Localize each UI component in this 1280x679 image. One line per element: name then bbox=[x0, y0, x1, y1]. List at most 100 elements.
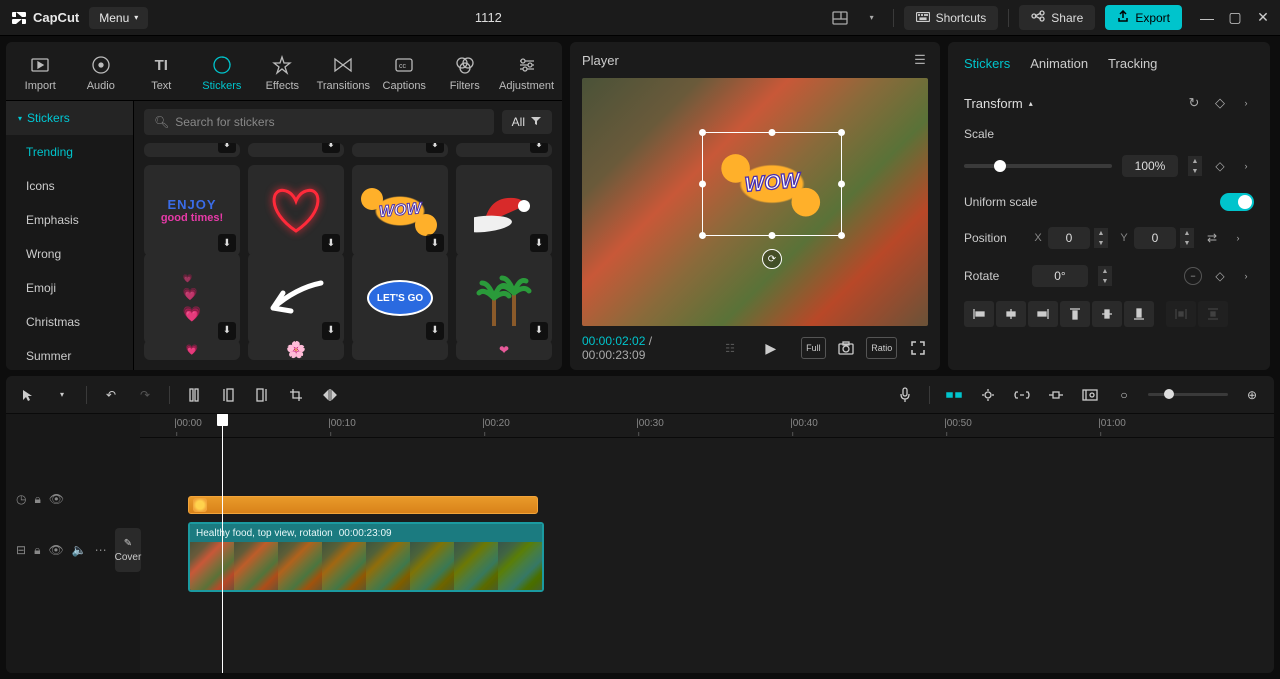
more-icon[interactable]: ⋯ bbox=[95, 543, 107, 557]
download-icon[interactable]: ⬇ bbox=[322, 234, 340, 252]
preview-axis-icon[interactable] bbox=[1046, 385, 1066, 405]
sticker-item[interactable]: ⬇ bbox=[248, 143, 344, 157]
share-button[interactable]: Share bbox=[1019, 5, 1095, 30]
sticker-item-palm[interactable]: ⬇ bbox=[456, 253, 552, 344]
keyframe-icon[interactable]: ◇ bbox=[1212, 158, 1228, 174]
sticker-item-flower[interactable]: 🌸 bbox=[248, 340, 344, 360]
tracks-area[interactable]: |00:00 |00:10 |00:20 |00:30 |00:40 |00:5… bbox=[140, 414, 1274, 673]
scale-slider[interactable] bbox=[964, 164, 1112, 168]
clock-icon[interactable]: ◷ bbox=[16, 492, 26, 506]
slider-thumb[interactable] bbox=[994, 160, 1006, 172]
maximize-button[interactable]: ▢ bbox=[1228, 11, 1242, 25]
rotate-stepper[interactable]: ▲▼ bbox=[1098, 266, 1112, 286]
category-item-summer[interactable]: Summer bbox=[6, 339, 133, 370]
y-stepper[interactable]: ▲▼ bbox=[1180, 228, 1194, 248]
download-icon[interactable]: ⬇ bbox=[530, 322, 548, 340]
fullscreen-icon[interactable] bbox=[907, 337, 928, 359]
playhead[interactable] bbox=[222, 414, 223, 673]
video-clip[interactable]: Healthy food, top view, rotation 00:00:2… bbox=[188, 522, 544, 592]
compare-icon[interactable]: ☷ bbox=[720, 337, 741, 359]
cover-button[interactable]: ✎ Cover bbox=[115, 528, 142, 572]
download-icon[interactable]: ⬇ bbox=[322, 143, 340, 153]
resize-handle[interactable] bbox=[838, 129, 845, 136]
shortcuts-button[interactable]: Shortcuts bbox=[904, 6, 999, 30]
sticker-item[interactable]: ⬇ bbox=[456, 143, 552, 157]
sticker-clip[interactable] bbox=[188, 496, 538, 514]
sticker-item-enjoy[interactable]: ENJOYgood times!⬇ bbox=[144, 165, 240, 256]
scale-value-input[interactable] bbox=[1122, 155, 1178, 177]
zoom-thumb[interactable] bbox=[1164, 389, 1174, 399]
keyframe-next-icon[interactable]: › bbox=[1238, 158, 1254, 174]
position-x-input[interactable] bbox=[1048, 227, 1090, 249]
align-left-button[interactable] bbox=[964, 301, 994, 327]
player-menu-icon[interactable]: ☰ bbox=[912, 52, 928, 68]
sticker-item[interactable] bbox=[352, 340, 448, 360]
align-right-button[interactable] bbox=[1028, 301, 1058, 327]
keyframe-icon[interactable]: ◇ bbox=[1212, 95, 1228, 111]
play-button[interactable]: ▶ bbox=[760, 337, 781, 359]
search-input[interactable]: 🔍︎ Search for stickers bbox=[144, 109, 494, 135]
tab-stickers[interactable]: Stickers bbox=[194, 48, 251, 100]
sticker-item-hearts-trail[interactable]: 💗💗💗⬇ bbox=[144, 253, 240, 344]
tab-import[interactable]: Import bbox=[12, 48, 69, 100]
select-tool[interactable] bbox=[18, 385, 38, 405]
resize-handle[interactable] bbox=[769, 232, 776, 239]
category-item-wrong[interactable]: Wrong bbox=[6, 237, 133, 271]
mic-icon[interactable] bbox=[895, 385, 915, 405]
align-bottom-button[interactable] bbox=[1124, 301, 1154, 327]
linked-selection-icon[interactable] bbox=[978, 385, 998, 405]
download-icon[interactable]: ⬇ bbox=[218, 143, 236, 153]
rotate-input[interactable] bbox=[1032, 265, 1088, 287]
keyframe-next-icon[interactable]: › bbox=[1238, 268, 1254, 284]
track-options-icon[interactable] bbox=[1080, 385, 1100, 405]
keyframe-next-icon[interactable]: › bbox=[1238, 95, 1254, 111]
resize-handle[interactable] bbox=[699, 181, 706, 188]
full-button[interactable]: Full bbox=[801, 337, 826, 359]
crop-tool[interactable] bbox=[286, 385, 306, 405]
align-center-v-button[interactable] bbox=[1092, 301, 1122, 327]
rotate-handle[interactable]: ⟳ bbox=[762, 249, 782, 269]
chevron-down-icon[interactable]: ▾ bbox=[861, 7, 883, 29]
sticker-item-heart[interactable]: ❤ bbox=[456, 340, 552, 360]
category-item-trending[interactable]: Trending bbox=[6, 135, 133, 169]
magnet-icon[interactable] bbox=[944, 385, 964, 405]
tab-transitions[interactable]: Transitions bbox=[315, 48, 372, 100]
rotate-dial-icon[interactable]: − bbox=[1184, 267, 1202, 285]
tab-audio[interactable]: Audio bbox=[73, 48, 130, 100]
download-icon[interactable]: ⬇ bbox=[218, 322, 236, 340]
tab-filters[interactable]: Filters bbox=[436, 48, 493, 100]
prop-tab-tracking[interactable]: Tracking bbox=[1108, 56, 1157, 71]
prop-tab-animation[interactable]: Animation bbox=[1030, 56, 1088, 71]
uniform-scale-toggle[interactable] bbox=[1220, 193, 1254, 211]
close-button[interactable]: ✕ bbox=[1256, 11, 1270, 25]
trim-left-tool[interactable] bbox=[218, 385, 238, 405]
resize-handle[interactable] bbox=[838, 232, 845, 239]
align-top-button[interactable] bbox=[1060, 301, 1090, 327]
snapshot-icon[interactable] bbox=[836, 337, 857, 359]
select-dropdown[interactable]: ▾ bbox=[52, 385, 72, 405]
undo-button[interactable]: ↶ bbox=[101, 385, 121, 405]
tab-captions[interactable]: ccCaptions bbox=[376, 48, 433, 100]
link-icon[interactable]: ⇄ bbox=[1204, 230, 1220, 246]
eye-icon[interactable]: 👁 bbox=[49, 492, 64, 506]
tab-text[interactable]: TIText bbox=[133, 48, 190, 100]
filter-button[interactable]: All bbox=[502, 110, 552, 134]
sticker-item[interactable]: ⬇ bbox=[352, 143, 448, 157]
category-header[interactable]: ▾Stickers bbox=[6, 101, 133, 135]
category-item-christmas[interactable]: Christmas bbox=[6, 305, 133, 339]
menu-button[interactable]: Menu ▾ bbox=[89, 7, 148, 29]
collapse-icon[interactable]: ⊟ bbox=[16, 543, 26, 557]
export-button[interactable]: Export bbox=[1105, 5, 1182, 30]
trim-right-tool[interactable] bbox=[252, 385, 272, 405]
keyframe-next-icon[interactable]: › bbox=[1230, 230, 1246, 246]
resize-handle[interactable] bbox=[699, 129, 706, 136]
lock-icon[interactable]: 🔒︎ bbox=[34, 543, 40, 558]
sticker-item-letsgo[interactable]: LET'S GO⬇ bbox=[352, 253, 448, 344]
minimize-button[interactable]: — bbox=[1200, 11, 1214, 25]
download-icon[interactable]: ⬇ bbox=[322, 322, 340, 340]
eye-icon[interactable]: 👁 bbox=[48, 543, 63, 557]
position-y-input[interactable] bbox=[1134, 227, 1176, 249]
mute-icon[interactable]: 🔈 bbox=[72, 543, 87, 557]
x-stepper[interactable]: ▲▼ bbox=[1094, 228, 1108, 248]
download-icon[interactable]: ⬇ bbox=[218, 234, 236, 252]
